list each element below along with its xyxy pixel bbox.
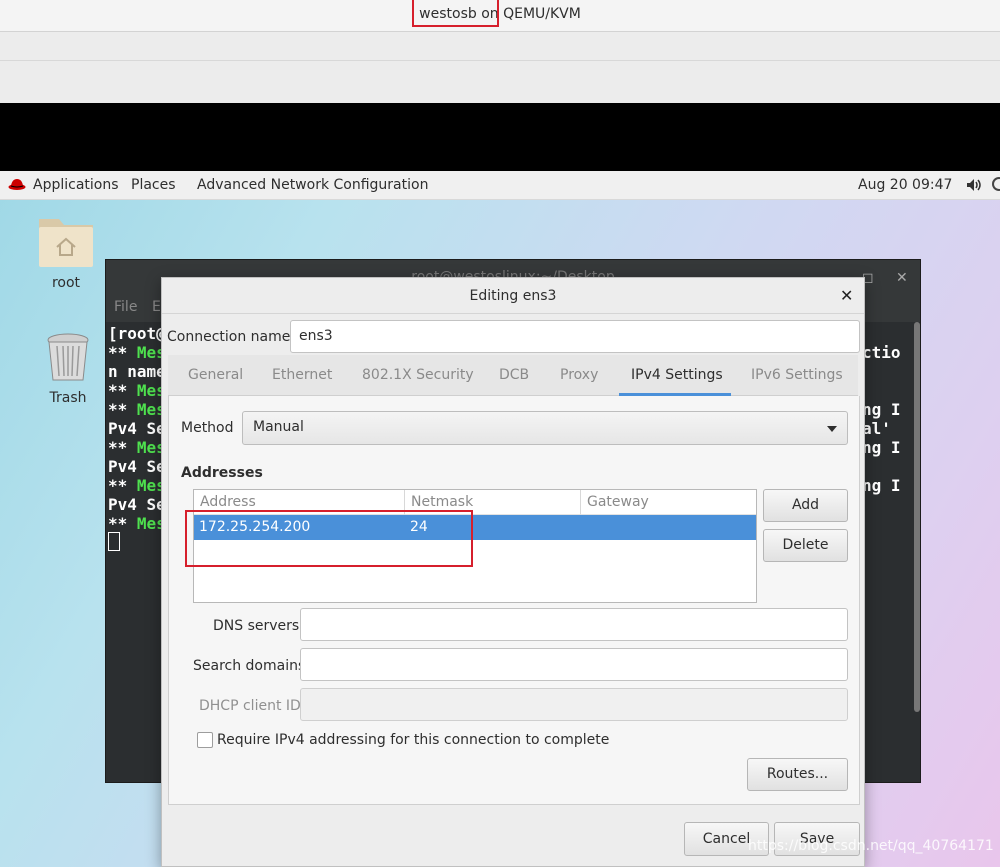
editing-connection-dialog: Editing ens3 ✕ Connection name ens3 Gene…: [161, 277, 865, 867]
clock[interactable]: Aug 20 09:47: [858, 177, 952, 193]
annotation-box-title: [412, 0, 499, 27]
terminal-text: **: [108, 438, 137, 457]
home-folder-icon: [39, 219, 93, 267]
tab-ipv4-settings[interactable]: IPv4 Settings: [631, 367, 723, 383]
method-label: Method: [181, 420, 234, 436]
app-menu[interactable]: Advanced Network Configuration: [197, 177, 428, 193]
terminal-text: ng I: [862, 438, 901, 457]
annotation-box-address: [185, 510, 473, 567]
routes-button[interactable]: Routes...: [747, 758, 848, 791]
terminal-text: ng I: [862, 476, 901, 495]
desktop-icon-label: Trash: [49, 390, 87, 406]
dns-servers-label: DNS servers: [213, 618, 300, 634]
terminal-text: Pv4 Se: [108, 419, 166, 438]
terminal-text: n name: [108, 362, 166, 381]
dhcp-client-id-label: DHCP client ID: [199, 698, 301, 714]
dialog-title: Editing ens3: [162, 278, 864, 314]
settings-tabs: General Ethernet 802.1X Security DCB Pro…: [168, 355, 858, 396]
terminal-text: **: [108, 476, 137, 495]
close-icon[interactable]: ✕: [896, 270, 908, 286]
terminal-cursor: [108, 532, 120, 551]
chevron-down-icon: [827, 426, 837, 432]
menu-edit[interactable]: E: [152, 299, 161, 315]
tab-general[interactable]: General: [188, 367, 243, 383]
host-window-title: westosb on QEMU/KVM: [419, 6, 581, 22]
addresses-heading: Addresses: [181, 465, 263, 481]
dns-servers-input[interactable]: [300, 608, 848, 641]
tab-dcb[interactable]: DCB: [499, 367, 529, 383]
terminal-text: **: [108, 514, 137, 533]
terminal-text: Pv4 Se: [108, 495, 166, 514]
watermark: https://blog.csdn.net/qq_40764171: [748, 838, 994, 854]
places-menu[interactable]: Places: [131, 177, 176, 193]
terminal-text: ctio: [862, 343, 901, 362]
trash-icon: [47, 333, 89, 381]
terminal-scrollbar[interactable]: [914, 322, 920, 712]
method-value: Manual: [253, 419, 304, 435]
terminal-text: ng I: [862, 400, 901, 419]
ipv4-settings-panel: Method Manual Addresses Address Netmask …: [168, 396, 860, 805]
gnome-top-bar: Applications Places Advanced Network Con…: [0, 171, 1000, 200]
close-icon[interactable]: ✕: [840, 286, 853, 305]
require-ipv4-checkbox[interactable]: [197, 732, 213, 748]
applications-menu[interactable]: Applications: [33, 177, 119, 193]
menu-file[interactable]: File: [114, 299, 137, 315]
terminal-text: **: [108, 343, 137, 362]
terminal-text: [root@: [108, 324, 166, 343]
tab-8021x-security[interactable]: 802.1X Security: [362, 367, 474, 383]
tab-ethernet[interactable]: Ethernet: [272, 367, 332, 383]
desktop-icon-label: root: [51, 275, 81, 291]
tab-ipv6-settings[interactable]: IPv6 Settings: [751, 367, 843, 383]
redhat-logo-icon[interactable]: [8, 177, 26, 191]
power-icon[interactable]: [992, 177, 1000, 191]
add-button[interactable]: Add: [763, 489, 848, 522]
require-ipv4-label[interactable]: Require IPv4 addressing for this connect…: [217, 732, 609, 748]
delete-button[interactable]: Delete: [763, 529, 848, 562]
dhcp-client-id-input: [300, 688, 848, 721]
desktop-icon-root[interactable]: root: [36, 211, 96, 291]
host-titlebar: westosb on QEMU/KVM: [0, 0, 1000, 32]
terminal-text: Pv4 Se: [108, 457, 166, 476]
search-domains-input[interactable]: [300, 648, 848, 681]
method-dropdown[interactable]: Manual: [242, 411, 848, 445]
host-toolbar: [0, 32, 1000, 103]
column-header-gateway[interactable]: Gateway: [581, 490, 756, 515]
connection-name-label: Connection name: [167, 329, 291, 345]
desktop-icon-trash[interactable]: Trash: [38, 330, 98, 406]
search-domains-label: Search domains: [193, 658, 306, 674]
volume-icon[interactable]: [966, 178, 984, 192]
toolbar-divider: [0, 60, 1000, 61]
guest-desktop: Applications Places Advanced Network Con…: [0, 171, 1000, 867]
connection-name-input[interactable]: ens3: [290, 320, 860, 353]
terminal-text: **: [108, 381, 137, 400]
tab-proxy[interactable]: Proxy: [560, 367, 598, 383]
terminal-text: **: [108, 400, 137, 419]
terminal-text: al': [862, 419, 891, 438]
